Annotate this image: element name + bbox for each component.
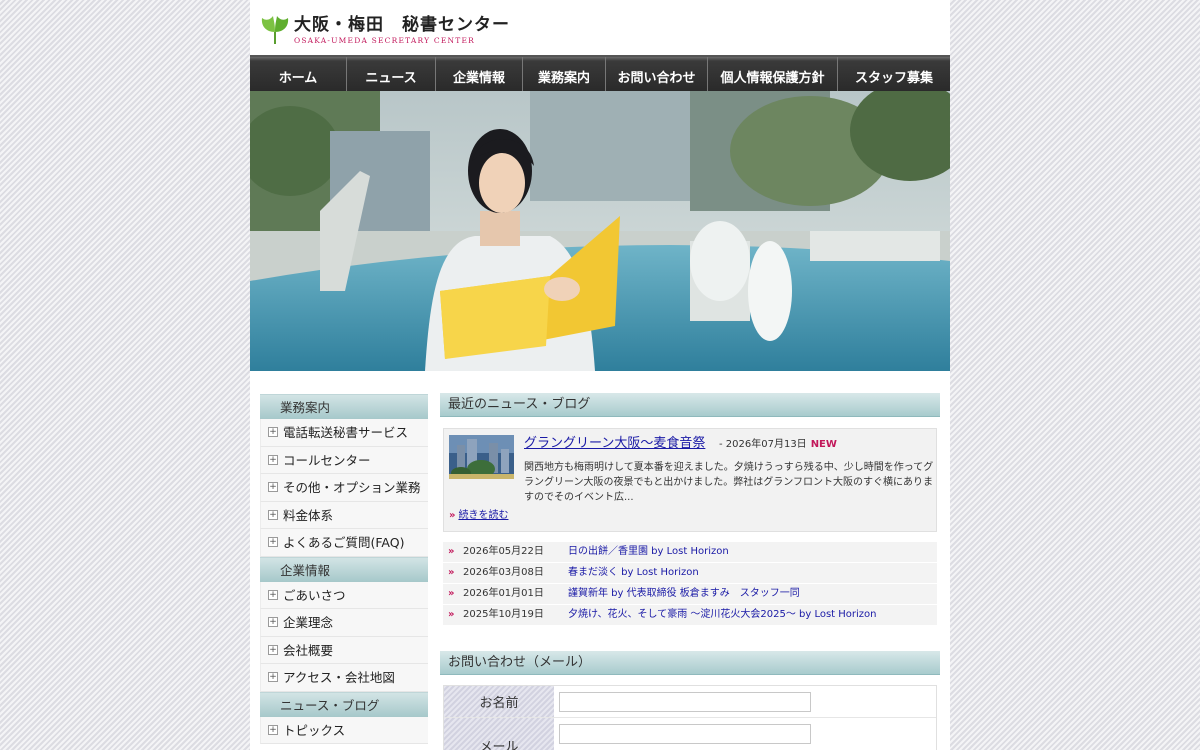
contact-section-heading: お問い合わせ（メール） xyxy=(440,651,940,675)
sidebar-item-faq[interactable]: + よくあるご質問(FAQ) xyxy=(260,529,428,557)
featured-post-date: - 2026年07月13日 xyxy=(719,439,807,450)
double-chevron-right-icon: » xyxy=(448,609,455,620)
hero-photo xyxy=(250,91,950,371)
sidebar-item-label: コールセンター xyxy=(283,452,371,468)
form-row-name: お名前 xyxy=(444,686,936,718)
nav-recruit[interactable]: スタッフ募集 xyxy=(838,57,950,91)
sidebar-item-label: トピックス xyxy=(283,722,346,738)
nav-privacy[interactable]: 個人情報保護方針 xyxy=(708,57,838,91)
plus-box-icon: + xyxy=(268,644,278,655)
sidebar-item-label: 企業理念 xyxy=(283,615,334,630)
sidebar-item-label: 料金体系 xyxy=(283,507,334,523)
page: 大阪・梅田 秘書センター OSAKA-UMEDA SECRETARY CENTE… xyxy=(250,0,950,750)
name-input[interactable] xyxy=(559,692,811,712)
news-list-item[interactable]: » 2026年05月22日 日の出餅／香里園 by Lost Horizon xyxy=(443,542,937,563)
double-chevron-right-icon: » xyxy=(448,567,455,578)
double-chevron-right-icon: » xyxy=(449,510,456,521)
double-chevron-right-icon: » xyxy=(448,546,455,557)
news-section-heading: 最近のニュース・ブログ xyxy=(440,393,940,417)
sidebar-item-label: ごあいさつ xyxy=(283,587,346,603)
hero-image xyxy=(250,91,950,371)
contact-section: お問い合わせ（メール） お名前 メール xyxy=(440,651,940,750)
sidebar-item-label: よくあるご質問(FAQ) xyxy=(283,535,405,550)
sidebar-item-pricing[interactable]: + 料金体系 xyxy=(260,501,428,529)
news-date: 2026年05月22日 xyxy=(463,546,544,557)
nav-company[interactable]: 企業情報 xyxy=(436,57,523,91)
sidebar-item-topics[interactable]: + トピックス xyxy=(260,716,428,744)
plus-box-icon: + xyxy=(268,482,278,492)
night-city-thumbnail xyxy=(449,435,514,479)
plus-box-icon: + xyxy=(268,537,278,547)
global-nav: ホーム ニュース 企業情報 業務案内 お問い合わせ 個人情報保護方針 スタッフ募… xyxy=(250,55,950,91)
content-area: 業務案内 + 電話転送秘書サービス + コールセンター + その他・オプション業務 +… xyxy=(250,371,950,750)
contact-form: お名前 メール xyxy=(443,685,937,750)
news-list-item[interactable]: » 2026年03月08日 春まだ淡く by Lost Horizon xyxy=(443,563,937,584)
read-more-label: 続きを読む xyxy=(458,510,509,521)
plus-box-icon: + xyxy=(268,509,278,520)
sidebar-heading-company: 企業情報 xyxy=(260,556,428,582)
featured-post-thumbnail[interactable] xyxy=(449,435,514,479)
plus-box-icon: + xyxy=(268,589,278,600)
featured-post-excerpt: 関西地方も梅雨明けして夏本番を迎えました。夕焼けうっすら残る中、少し時間を作って… xyxy=(524,462,934,503)
news-title-link[interactable]: 謹賀新年 by 代表取締役 板倉ますみ スタッフ一同 xyxy=(568,584,800,604)
sidebar-item-label: アクセス・会社地図 xyxy=(283,670,395,685)
nav-services[interactable]: 業務案内 xyxy=(523,57,606,91)
news-date: 2025年10月19日 xyxy=(463,609,544,620)
sidebar-heading-services: 業務案内 xyxy=(260,394,428,419)
plus-box-icon: + xyxy=(268,617,278,627)
logo-title-en: OSAKA-UMEDA SECRETARY CENTER xyxy=(294,36,475,45)
news-date: 2026年03月08日 xyxy=(463,567,544,578)
plus-box-icon: + xyxy=(268,427,278,437)
sidebar-item-options[interactable]: + その他・オプション業務 xyxy=(260,474,428,502)
news-title-link[interactable]: 日の出餅／香里園 by Lost Horizon xyxy=(568,542,729,562)
read-more-link[interactable]: » 続きを読む xyxy=(449,506,508,521)
sidebar-item-overview[interactable]: + 会社概要 xyxy=(260,636,428,664)
form-row-email: メール xyxy=(444,718,936,750)
nav-contact[interactable]: お問い合わせ xyxy=(606,57,708,91)
sidebar-item-label: その他・オプション業務 xyxy=(283,480,421,495)
site-logo[interactable]: 大阪・梅田 秘書センター OSAKA-UMEDA SECRETARY CENTE… xyxy=(260,14,510,48)
logo-title-jp: 大阪・梅田 秘書センター xyxy=(294,15,510,35)
sidebar-heading-news: ニュース・ブログ xyxy=(260,691,428,717)
featured-post: グラングリーン大阪～麦食音祭 - 2026年07月13日 NEW 関西地方も梅雨明… xyxy=(443,428,937,532)
plus-box-icon: + xyxy=(268,454,278,465)
nav-news[interactable]: ニュース xyxy=(347,57,436,91)
sidebar-item-access[interactable]: + アクセス・会社地図 xyxy=(260,664,428,692)
new-badge: NEW xyxy=(810,439,837,450)
header: 大阪・梅田 秘書センター OSAKA-UMEDA SECRETARY CENTE… xyxy=(250,0,950,55)
sidebar-item-philosophy[interactable]: + 企業理念 xyxy=(260,609,428,637)
ginkgo-leaf-icon xyxy=(261,16,289,44)
email-label: メール xyxy=(444,718,554,750)
sidebar-item-label: 会社概要 xyxy=(283,642,334,658)
plus-box-icon: + xyxy=(268,672,278,682)
sidebar: 業務案内 + 電話転送秘書サービス + コールセンター + その他・オプション業務 +… xyxy=(260,394,428,744)
news-title-link[interactable]: 夕焼け、花火、そして豪雨 ～淀川花火大会2025～ by Lost Horizo… xyxy=(568,605,877,625)
news-title-link[interactable]: 春まだ淡く by Lost Horizon xyxy=(568,563,699,583)
email-input[interactable] xyxy=(559,724,811,744)
news-list-item[interactable]: » 2025年10月19日 夕焼け、花火、そして豪雨 ～淀川花火大会2025～ … xyxy=(443,605,937,626)
name-label: お名前 xyxy=(444,686,554,717)
plus-box-icon: + xyxy=(268,724,278,735)
featured-post-title[interactable]: グラングリーン大阪～麦食音祭 xyxy=(524,432,705,451)
sidebar-item-call-center[interactable]: + コールセンター xyxy=(260,446,428,474)
sidebar-item-greeting[interactable]: + ごあいさつ xyxy=(260,581,428,609)
nav-home[interactable]: ホーム xyxy=(250,57,347,91)
featured-post-date-line: - 2026年07月13日 NEW xyxy=(719,435,837,450)
sidebar-item-phone-forwarding[interactable]: + 電話転送秘書サービス xyxy=(260,419,428,447)
sidebar-item-label: 電話転送秘書サービス xyxy=(283,425,409,440)
double-chevron-right-icon: » xyxy=(448,588,455,599)
main-column: 最近のニュース・ブログ グラングリーン大阪～麦食音祭 - 2026年07月13日… xyxy=(440,393,940,750)
news-list: » 2026年05月22日 日の出餅／香里園 by Lost Horizon »… xyxy=(443,542,937,626)
news-date: 2026年01月01日 xyxy=(463,588,544,599)
news-list-item[interactable]: » 2026年01月01日 謹賀新年 by 代表取締役 板倉ますみ スタッフ一同 xyxy=(443,584,937,605)
